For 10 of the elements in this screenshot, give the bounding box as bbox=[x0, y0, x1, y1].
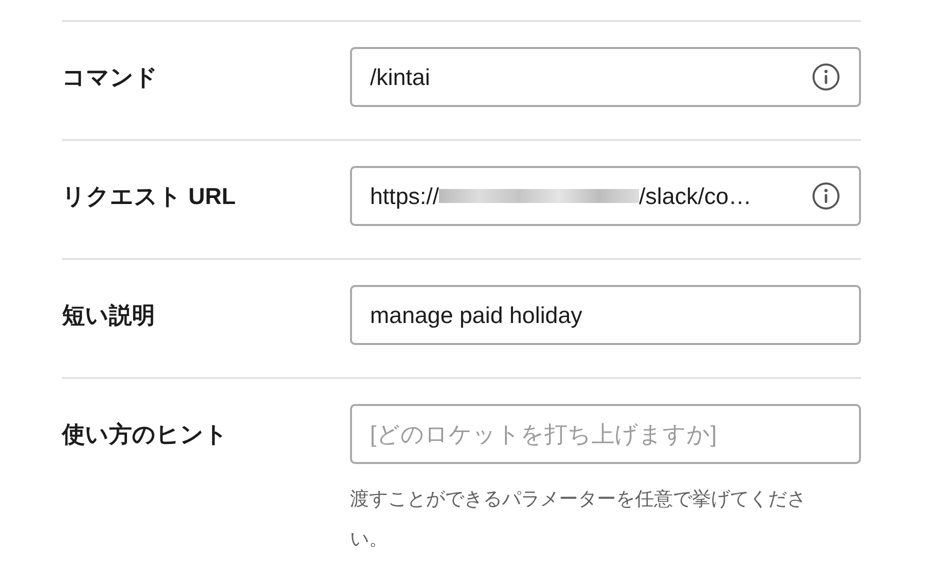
field-label: コマンド bbox=[62, 62, 159, 92]
input-field[interactable]: manage paid holiday bbox=[350, 285, 861, 345]
input-field[interactable]: /kintai bbox=[350, 47, 861, 107]
field-label: 使い方のヒント bbox=[62, 420, 229, 449]
info-icon[interactable] bbox=[811, 62, 841, 92]
field-label: リクエスト URL bbox=[62, 182, 237, 211]
field-label: 短い説明 bbox=[62, 300, 156, 330]
info-icon[interactable] bbox=[811, 181, 841, 211]
input-field[interactable]: https:// /slack/co… bbox=[350, 166, 861, 226]
help-text: 渡すことができるパラメーターを任意で挙げてください。 bbox=[350, 488, 807, 552]
